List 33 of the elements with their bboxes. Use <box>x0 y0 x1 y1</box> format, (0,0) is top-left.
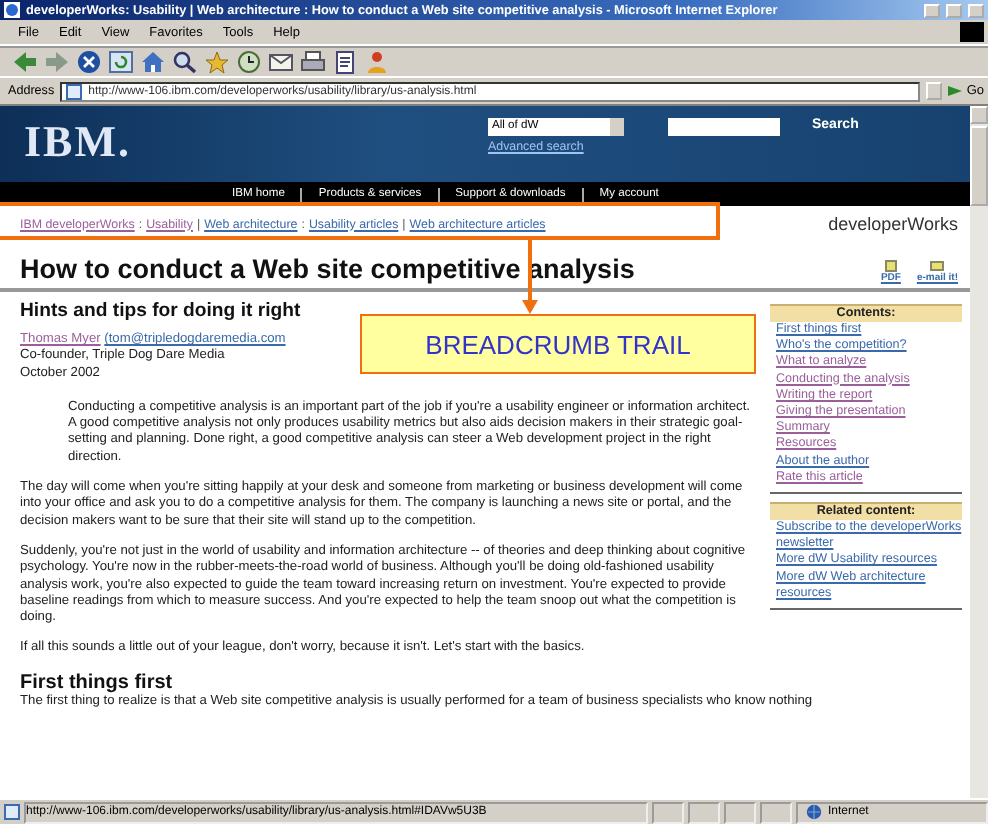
search-field[interactable] <box>668 118 780 136</box>
clock-icon[interactable] <box>236 50 262 74</box>
envelope-icon[interactable] <box>930 260 945 272</box>
site-name: developerWorks <box>828 214 958 234</box>
printer-icon[interactable] <box>300 50 326 74</box>
page-icon[interactable] <box>332 50 358 74</box>
stop-icon[interactable] <box>76 50 102 74</box>
home-icon[interactable] <box>140 50 166 74</box>
ibm-logo[interactable]: IBM. <box>24 118 488 166</box>
document-icon[interactable] <box>883 260 898 272</box>
scrollbar-thumb[interactable] <box>970 126 988 206</box>
section-heading: First things first <box>20 671 175 694</box>
dropdown-button[interactable] <box>926 82 943 100</box>
article-subtitle: Hints and tips for doing it right <box>20 300 303 324</box>
search-icon[interactable] <box>172 50 198 74</box>
status-pane <box>760 801 792 823</box>
page-icon[interactable] <box>66 83 83 99</box>
refresh-icon[interactable] <box>108 50 134 74</box>
back-icon[interactable] <box>12 50 38 74</box>
arrow-icon[interactable] <box>948 84 963 98</box>
globe-icon[interactable] <box>806 804 822 820</box>
star-icon[interactable] <box>204 50 230 74</box>
minimize-button[interactable] <box>924 3 940 17</box>
close-button[interactable] <box>968 3 984 17</box>
status-pane <box>688 801 720 823</box>
scroll-up-button[interactable] <box>970 106 988 124</box>
callout-label: BREADCRUMB TRAIL <box>360 314 756 374</box>
status-pane <box>724 801 756 823</box>
maximize-button[interactable] <box>946 3 962 17</box>
browser-icon[interactable] <box>4 2 20 18</box>
article-title: How to conduct a Web site competitive analysis <box>20 254 635 284</box>
status-pane <box>652 801 684 823</box>
envelope-icon[interactable] <box>268 50 294 74</box>
